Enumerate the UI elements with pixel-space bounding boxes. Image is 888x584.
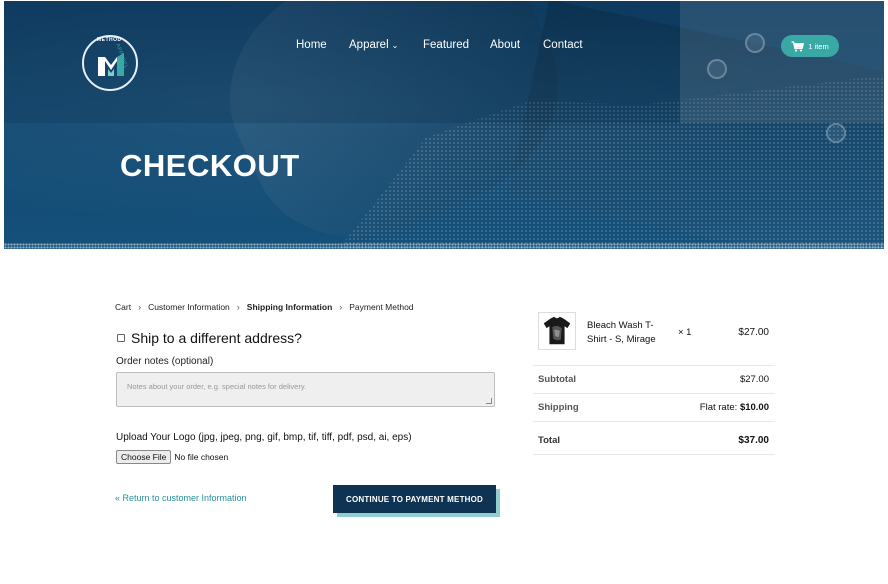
subtotal-label: Subtotal	[538, 374, 576, 385]
product-name: Bleach Wash T-Shirt - S, Mirage	[587, 320, 656, 345]
ship-different-address-checkbox[interactable]	[117, 334, 125, 342]
product-price: $27.00	[738, 327, 769, 338]
site-logo[interactable]: METHOD APPAREL	[82, 35, 138, 91]
nav-about[interactable]: About	[490, 39, 520, 51]
chevron-right-icon: ›	[236, 302, 240, 312]
shipping-cost: $10.00	[739, 402, 769, 413]
cart-button[interactable]: 1 item	[781, 35, 839, 57]
total-row: Total $37.00	[533, 427, 775, 455]
nav-apparel[interactable]: Apparel ⌄	[349, 39, 398, 51]
upload-logo-label: Upload Your Logo (jpg, jpeg, png, gif, b…	[116, 432, 412, 443]
product-quantity: × 1	[678, 327, 692, 338]
nav-home[interactable]: Home	[296, 39, 327, 51]
order-notes-label: Order notes (optional)	[116, 356, 214, 367]
breadcrumb: Cart › Customer Information › Shipping I…	[115, 302, 414, 312]
breadcrumb-customer-information[interactable]: Customer Information	[148, 302, 230, 312]
order-notes-textarea[interactable]: Notes about your order, e.g. special not…	[116, 372, 495, 407]
page-title: CHECKOUT	[120, 148, 300, 183]
shirt-button-decoration	[745, 33, 765, 53]
logo-mark-icon	[98, 53, 124, 76]
product-thumbnail	[538, 312, 576, 350]
nav-contact[interactable]: Contact	[543, 39, 583, 51]
shirt-button-decoration	[707, 59, 727, 79]
nav-featured[interactable]: Featured	[423, 39, 469, 51]
return-to-customer-info-link[interactable]: « Return to customer Information	[115, 493, 247, 503]
hero-bottom-edge	[4, 243, 884, 249]
file-upload-field: Choose File No file chosen	[116, 450, 228, 464]
breadcrumb-shipping-information: Shipping Information	[246, 302, 333, 312]
order-summary: Bleach Wash T-Shirt - S, Mirage × 1 $27.…	[533, 308, 775, 455]
chevron-right-icon: ›	[339, 302, 343, 312]
chevron-down-icon: ⌄	[391, 41, 399, 50]
subtotal-value: $27.00	[739, 374, 769, 385]
shirt-button-decoration	[826, 123, 846, 143]
file-status-text: No file chosen	[174, 452, 229, 462]
order-notes-placeholder: Notes about your order, e.g. special not…	[127, 382, 307, 391]
breadcrumb-cart[interactable]: Cart	[115, 302, 131, 312]
ship-different-address-label: Ship to a different address?	[131, 330, 302, 346]
shipping-method: Flat rate:	[699, 402, 738, 413]
order-item-row: Bleach Wash T-Shirt - S, Mirage × 1 $27.…	[533, 308, 775, 366]
logo-text: METHOD	[97, 37, 122, 43]
ship-different-address-row[interactable]: Ship to a different address?	[117, 330, 302, 346]
tshirt-image	[543, 316, 571, 345]
cart-count-label: 1 item	[808, 41, 829, 51]
breadcrumb-payment-method[interactable]: Payment Method	[349, 302, 413, 312]
continue-to-payment-button[interactable]: CONTINUE TO PAYMENT METHOD	[333, 485, 496, 513]
resize-handle-icon[interactable]	[486, 398, 492, 404]
shipping-value: Flat rate: $10.00	[700, 402, 769, 413]
nav-apparel-label: Apparel	[349, 39, 389, 51]
choose-file-button[interactable]: Choose File	[116, 450, 172, 464]
chevron-right-icon: ›	[138, 302, 142, 312]
shipping-label: Shipping	[538, 402, 579, 413]
cart-icon	[791, 40, 805, 52]
subtotal-row: Subtotal $27.00	[533, 366, 775, 394]
total-value: $37.00	[738, 435, 769, 446]
total-label: Total	[538, 435, 560, 446]
shipping-row: Shipping Flat rate: $10.00	[533, 394, 775, 422]
